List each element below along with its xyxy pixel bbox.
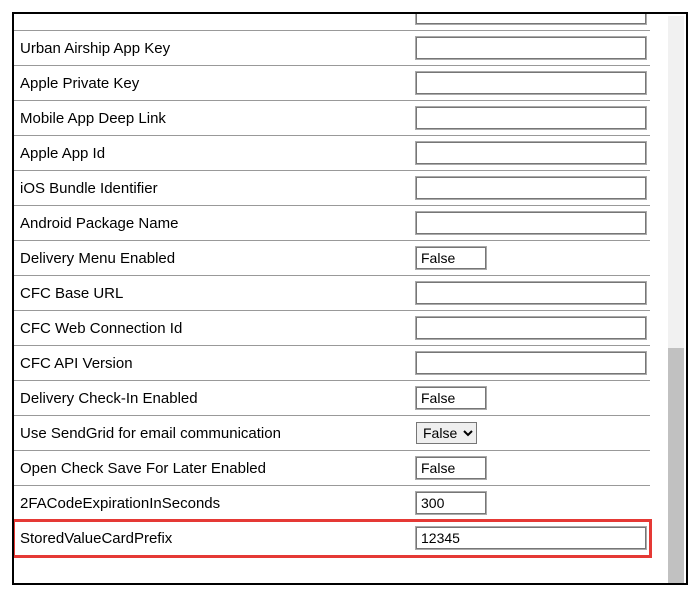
table-row: Delivery Check-In Enabled: [14, 381, 650, 416]
setting-input-cell: [410, 206, 650, 241]
setting-input-cell: [410, 241, 650, 276]
setting-input-cell: [410, 521, 650, 556]
setting-label: iOS Bundle Identifier: [14, 171, 410, 206]
setting-input-cell: [410, 136, 650, 171]
setting-input-cell: [410, 346, 650, 381]
setting-input-cell: [410, 14, 650, 31]
setting-label: CFC Base URL: [14, 276, 410, 311]
scroll-area: Urban Airship App KeyApple Private KeyMo…: [14, 14, 670, 583]
setting-input-cell: [410, 276, 650, 311]
setting-input[interactable]: [416, 72, 646, 94]
settings-panel: Urban Airship App KeyApple Private KeyMo…: [12, 12, 688, 585]
button-row: Save Close: [14, 574, 650, 583]
setting-input[interactable]: [416, 247, 486, 269]
setting-input[interactable]: [416, 177, 646, 199]
setting-input-cell: [410, 311, 650, 346]
setting-select[interactable]: FalseTrue: [416, 422, 477, 444]
table-row: Apple App Id: [14, 136, 650, 171]
table-row: Use SendGrid for email communication Fals…: [14, 416, 650, 451]
setting-input-cell: FalseTrue: [410, 416, 650, 451]
table-row: Open Check Save For Later Enabled: [14, 451, 650, 486]
setting-label: Delivery Menu Enabled: [14, 241, 410, 276]
table-row: Android Package Name: [14, 206, 650, 241]
setting-input-cell: [410, 381, 650, 416]
setting-label: 2FACodeExpirationInSeconds: [14, 486, 410, 521]
setting-input[interactable]: [416, 37, 646, 59]
setting-input[interactable]: [416, 527, 646, 549]
table-row: [14, 14, 650, 31]
table-row: Apple Private Key: [14, 66, 650, 101]
settings-form-table: Urban Airship App KeyApple Private KeyMo…: [14, 14, 650, 556]
setting-input[interactable]: [416, 317, 646, 339]
table-row: StoredValueCardPrefix: [14, 521, 650, 556]
table-row: CFC Web Connection Id: [14, 311, 650, 346]
table-row: Mobile App Deep Link: [14, 101, 650, 136]
setting-label: Delivery Check-In Enabled: [14, 381, 410, 416]
setting-input-cell: [410, 486, 650, 521]
setting-label: Urban Airship App Key: [14, 31, 410, 66]
table-row: iOS Bundle Identifier: [14, 171, 650, 206]
setting-input-cell: [410, 451, 650, 486]
setting-input-cell: [410, 101, 650, 136]
setting-input[interactable]: [416, 142, 646, 164]
setting-input[interactable]: [416, 282, 646, 304]
setting-input-cell: [410, 171, 650, 206]
setting-label: Mobile App Deep Link: [14, 101, 410, 136]
setting-input[interactable]: [416, 387, 486, 409]
table-row: Urban Airship App Key: [14, 31, 650, 66]
setting-input[interactable]: [416, 457, 486, 479]
setting-label: Apple Private Key: [14, 66, 410, 101]
table-row: Delivery Menu Enabled: [14, 241, 650, 276]
setting-label: Apple App Id: [14, 136, 410, 171]
setting-label: CFC Web Connection Id: [14, 311, 410, 346]
table-row: CFC Base URL: [14, 276, 650, 311]
setting-label: StoredValueCardPrefix: [14, 521, 410, 556]
setting-label: Open Check Save For Later Enabled: [14, 451, 410, 486]
setting-input[interactable]: [416, 107, 646, 129]
table-row: 2FACodeExpirationInSeconds: [14, 486, 650, 521]
setting-label: CFC API Version: [14, 346, 410, 381]
setting-label: [14, 14, 410, 31]
setting-input-cell: [410, 66, 650, 101]
setting-label: Use SendGrid for email communication: [14, 416, 410, 451]
table-row: CFC API Version: [14, 346, 650, 381]
vertical-scrollbar[interactable]: [668, 16, 684, 583]
scrollbar-thumb[interactable]: [668, 348, 684, 583]
setting-input-cell: [410, 31, 650, 66]
setting-input[interactable]: [416, 212, 646, 234]
setting-input[interactable]: [416, 352, 646, 374]
setting-input[interactable]: [416, 492, 486, 514]
setting-label: Android Package Name: [14, 206, 410, 241]
setting-input[interactable]: [416, 14, 646, 24]
